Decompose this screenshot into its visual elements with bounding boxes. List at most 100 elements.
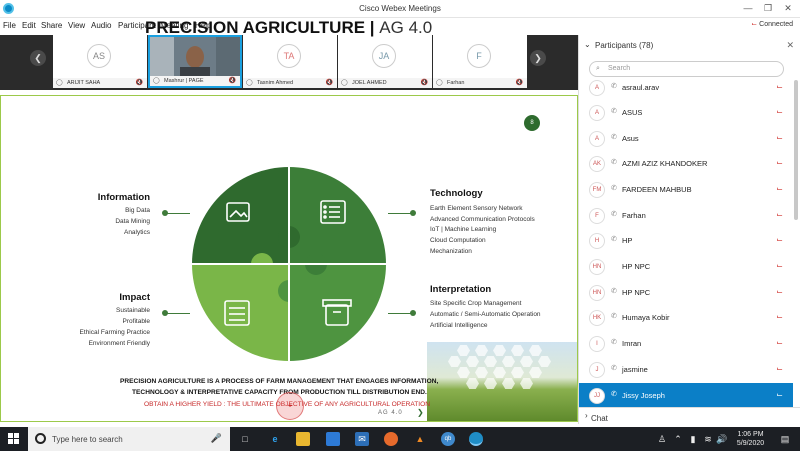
taskbar-clock[interactable]: 1:06 PM 5/9/2020 bbox=[728, 430, 773, 448]
phone-icon: ✆ bbox=[611, 159, 617, 166]
participant-name: AZMI AZIZ KHANDOKER bbox=[622, 159, 708, 168]
tile-name: Mashrur | PAGE bbox=[164, 78, 204, 84]
slide-next-arrow-icon[interactable]: ❯ bbox=[417, 408, 424, 417]
participant-row[interactable]: H ✆ HP ⌙ bbox=[579, 228, 793, 253]
task-view-icon[interactable]: □ bbox=[238, 432, 252, 446]
video-tile[interactable]: AS ◯ ARIJIT SAHA 🔇 bbox=[53, 35, 147, 88]
wifi-icon[interactable]: ≋ bbox=[701, 432, 715, 446]
volume-icon[interactable]: 🔊 bbox=[715, 432, 729, 446]
participants-header[interactable]: ⌄ Participants (78) ✕ bbox=[579, 35, 800, 55]
slide-title-light: AG 4.0 bbox=[379, 18, 433, 37]
notifications-icon[interactable]: ▤ bbox=[778, 432, 792, 446]
mic-muted-icon[interactable]: ⌙ bbox=[776, 210, 783, 219]
mic-muted-icon[interactable]: ⌙ bbox=[776, 390, 783, 399]
mic-muted-icon[interactable]: ⌙ bbox=[776, 312, 783, 321]
strip-prev-button[interactable]: ❮ bbox=[30, 50, 46, 66]
webex-taskbar-icon[interactable] bbox=[469, 432, 483, 446]
mic-muted-icon[interactable]: ⌙ bbox=[776, 261, 783, 270]
participant-row[interactable]: HN HP NPC ⌙ bbox=[579, 254, 793, 279]
mic-muted-icon[interactable]: ⌙ bbox=[776, 364, 783, 373]
video-tile[interactable]: JA ◯ JOEL AHMED 🔇 bbox=[338, 35, 432, 88]
minimize-button[interactable]: — bbox=[738, 2, 758, 15]
close-icon[interactable]: ✕ bbox=[786, 40, 794, 51]
mic-muted-icon[interactable]: ⌙ bbox=[776, 235, 783, 244]
store-icon[interactable] bbox=[326, 432, 340, 446]
chat-panel-header[interactable]: › Chat bbox=[579, 407, 800, 424]
participant-row[interactable]: A ✆ Asus ⌙ bbox=[579, 126, 793, 151]
file-explorer-icon[interactable] bbox=[296, 432, 310, 446]
chevron-down-icon[interactable]: ⌄ bbox=[584, 40, 591, 49]
mic-muted-icon: 🔇 bbox=[228, 78, 236, 84]
participant-row-selected[interactable]: JJ ✆ Jissy Joseph ⌙ bbox=[579, 383, 793, 408]
audio-icon: ◯ bbox=[246, 80, 253, 86]
phone-icon: ✆ bbox=[611, 134, 617, 141]
slide-title-separator: | bbox=[369, 18, 375, 37]
windows-start-icon[interactable] bbox=[8, 433, 20, 445]
microphone-icon[interactable]: 🎤 bbox=[211, 433, 222, 444]
participant-name: FARDEEN MAHBUB bbox=[622, 185, 692, 194]
menu-edit[interactable]: Edit bbox=[22, 21, 36, 30]
restore-button[interactable]: ❐ bbox=[758, 2, 778, 15]
participant-row[interactable]: A ✆ asraul.arav ⌙ bbox=[579, 75, 793, 100]
firefox-icon[interactable] bbox=[384, 432, 398, 446]
connector-line bbox=[166, 313, 190, 314]
avatar: TA bbox=[277, 44, 301, 68]
mic-muted-icon[interactable]: ⌙ bbox=[776, 82, 783, 91]
mic-muted-icon[interactable]: ⌙ bbox=[776, 338, 783, 347]
mic-muted-icon[interactable]: ⌙ bbox=[776, 133, 783, 142]
participant-name: HP bbox=[622, 236, 633, 245]
video-tile[interactable]: F ◯ Farhan 🔇 bbox=[433, 35, 527, 88]
avatar: I bbox=[589, 336, 605, 352]
close-button[interactable]: ✕ bbox=[778, 2, 798, 15]
strip-next-button[interactable]: ❯ bbox=[530, 50, 546, 66]
participant-row[interactable]: AK ✆ AZMI AZIZ KHANDOKER ⌙ bbox=[579, 151, 793, 176]
mic-muted-icon[interactable]: ⌙ bbox=[776, 158, 783, 167]
slide-title-bold: PRECISION AGRICULTURE bbox=[145, 18, 366, 37]
slide-title: PRECISION AGRICULTURE | AG 4.0 bbox=[145, 18, 432, 38]
participant-row[interactable]: J ✆ jasmine ⌙ bbox=[579, 357, 793, 382]
video-tile-active[interactable]: ◯ Mashrur | PAGE 🔇 bbox=[148, 35, 242, 88]
tray-chevron-icon[interactable]: ⌃ bbox=[671, 432, 685, 446]
mic-muted-icon[interactable]: ⌙ bbox=[776, 107, 783, 116]
participant-name: HP NPC bbox=[622, 288, 651, 297]
vlc-icon[interactable]: ▲ bbox=[413, 432, 427, 446]
participant-row[interactable]: HK ✆ Humaya Kobir ⌙ bbox=[579, 305, 793, 330]
interpretation-item: Site Specific Crop Management bbox=[430, 300, 522, 307]
participant-row[interactable]: F ✆ Farhan ⌙ bbox=[579, 203, 793, 228]
phone-icon: ✆ bbox=[611, 313, 617, 320]
menu-share[interactable]: Share bbox=[41, 21, 62, 30]
participant-row[interactable]: A ✆ ASUS ⌙ bbox=[579, 100, 793, 125]
tile-name-bar: ◯ Mashrur | PAGE 🔇 bbox=[150, 76, 240, 86]
tile-name: ARIJIT SAHA bbox=[67, 80, 101, 86]
avatar: A bbox=[589, 131, 605, 147]
qbittorrent-icon[interactable]: qb bbox=[441, 432, 455, 446]
participant-row[interactable]: HN ✆ HP NPC ⌙ bbox=[579, 280, 793, 305]
connector-dot bbox=[162, 310, 168, 316]
clock-time: 1:06 PM bbox=[737, 431, 764, 438]
people-icon[interactable]: ♙ bbox=[655, 432, 669, 446]
video-feed bbox=[150, 37, 240, 79]
participant-row[interactable]: FM ✆ FARDEEN MAHBUB ⌙ bbox=[579, 177, 793, 202]
puzzle-piece-technology bbox=[289, 167, 386, 264]
mic-muted-icon[interactable]: ⌙ bbox=[776, 287, 783, 296]
participant-name: Jissy Joseph bbox=[622, 391, 665, 400]
mic-muted-icon[interactable]: ⌙ bbox=[776, 184, 783, 193]
puzzle-piece-interpretation bbox=[289, 264, 386, 361]
title-bar: Cisco Webex Meetings — ❐ ✕ bbox=[0, 0, 800, 18]
video-tile[interactable]: TA ◯ Tasnim Ahmed 🔇 bbox=[243, 35, 337, 88]
search-icon: ⌕ bbox=[596, 65, 600, 72]
participants-scrollbar[interactable] bbox=[794, 80, 798, 220]
battery-icon[interactable]: ▮ bbox=[686, 432, 700, 446]
connector-dot bbox=[410, 310, 416, 316]
menu-file[interactable]: File bbox=[3, 21, 16, 30]
tile-name: Farhan bbox=[447, 80, 465, 86]
edge-browser-icon[interactable]: e bbox=[268, 432, 282, 446]
participant-row[interactable]: I ✆ Imran ⌙ bbox=[579, 331, 793, 356]
tile-name: JOEL AHMED bbox=[352, 80, 387, 86]
signal-icon: ⌙ bbox=[751, 21, 758, 28]
mail-icon[interactable]: ✉ bbox=[355, 432, 369, 446]
taskbar-search-input[interactable]: Type here to search 🎤 bbox=[28, 427, 230, 451]
phone-icon: ✆ bbox=[611, 108, 617, 115]
menu-audio[interactable]: Audio bbox=[91, 21, 111, 30]
menu-view[interactable]: View bbox=[68, 21, 85, 30]
